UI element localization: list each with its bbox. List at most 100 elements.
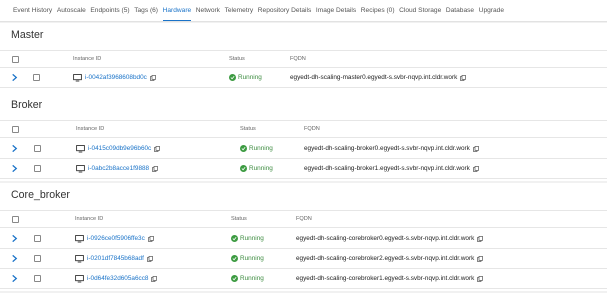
tab-bar: Event History Autoscale Endpoints (5) Ta…	[0, 0, 607, 22]
column-fqdn: FQDN	[304, 126, 320, 132]
monitor-icon	[75, 274, 84, 282]
group-core-broker: Core_broker Instance ID Status FQDN i-09…	[0, 183, 607, 291]
chevron-right-icon[interactable]	[10, 144, 19, 153]
instance-id-link[interactable]: i-0415c09db9e96b60c	[88, 145, 151, 152]
group-title: Broker	[11, 99, 43, 111]
instance-id-link[interactable]: i-0042af3968608bd0c	[85, 74, 147, 81]
group-broker: Broker Instance ID Status FQDN i-0415c09…	[0, 94, 607, 181]
copy-icon[interactable]	[151, 275, 158, 282]
tab-database[interactable]: Database	[446, 0, 474, 21]
fqdn-value: egyedt-dh-scaling-corebroker1.egyedt-s.s…	[296, 275, 475, 282]
monitor-icon	[75, 234, 84, 242]
table-header: Instance ID Status FQDN	[0, 50, 607, 68]
check-circle-icon	[231, 235, 238, 242]
fqdn-value: egyedt-dh-scaling-corebroker0.egyedt-s.s…	[296, 235, 475, 242]
status-text: Running	[249, 165, 273, 172]
tab-image-details[interactable]: Image Details	[316, 0, 356, 21]
status-text: Running	[240, 235, 264, 242]
tab-repository-details[interactable]: Repository Details	[258, 0, 312, 21]
tab-cloud-storage[interactable]: Cloud Storage	[399, 0, 441, 21]
copy-icon[interactable]	[147, 255, 153, 262]
tab-autoscale[interactable]: Autoscale	[57, 0, 86, 21]
tab-tags[interactable]: Tags (6)	[134, 0, 158, 21]
check-circle-icon	[229, 74, 236, 81]
table-row[interactable]: i-0042af3968608bd0c Running egyedt-dh-sc…	[0, 68, 607, 88]
copy-icon[interactable]	[149, 74, 156, 81]
status-badge: Running	[240, 145, 273, 152]
row-checkbox[interactable]	[33, 74, 40, 81]
instance-id-link[interactable]: i-0abc2b8acce1f9888	[88, 165, 149, 172]
tab-recipes[interactable]: Recipes (0)	[361, 0, 395, 21]
table-row[interactable]: i-0926ce0f5906ffe3c Running egyedt-dh-sc…	[0, 229, 607, 249]
instance-id-link[interactable]: i-0d64fe32d605a6cc8	[87, 275, 148, 282]
column-fqdn: FQDN	[296, 216, 312, 222]
copy-icon[interactable]	[152, 165, 158, 172]
copy-icon[interactable]	[477, 235, 484, 242]
table-header: Instance ID Status FQDN	[0, 120, 607, 138]
column-fqdn: FQDN	[290, 56, 306, 62]
column-instance-id: Instance ID	[76, 126, 105, 132]
status-badge: Running	[231, 255, 264, 262]
instance-id-link[interactable]: i-0201df7845b68adf	[87, 255, 144, 262]
status-badge: Running	[229, 74, 262, 81]
status-badge: Running	[231, 235, 264, 242]
fqdn-value: egyedt-dh-scaling-broker0.egyedt-s.svbr-…	[304, 145, 470, 152]
copy-icon[interactable]	[473, 165, 479, 172]
column-status: Status	[240, 126, 256, 132]
table-header: Instance ID Status FQDN	[0, 210, 607, 228]
column-status: Status	[231, 216, 247, 222]
copy-icon[interactable]	[473, 145, 479, 152]
row-checkbox[interactable]	[34, 235, 41, 242]
row-checkbox[interactable]	[34, 255, 41, 262]
row-checkbox[interactable]	[34, 275, 41, 282]
copy-icon[interactable]	[154, 145, 161, 152]
check-circle-icon	[231, 255, 238, 262]
group-master: Master Instance ID Status FQDN i-0042af3…	[0, 23, 607, 95]
instance-id-link[interactable]: i-0926ce0f5906ffe3c	[87, 235, 145, 242]
table-row[interactable]: i-0d64fe32d605a6cc8 Running egyedt-dh-sc…	[0, 269, 607, 289]
monitor-icon	[75, 254, 84, 262]
chevron-right-icon[interactable]	[10, 73, 19, 82]
tab-network[interactable]: Network	[196, 0, 220, 21]
tab-hardware[interactable]: Hardware	[162, 0, 191, 21]
check-circle-icon	[231, 275, 238, 282]
tab-upgrade[interactable]: Upgrade	[479, 0, 504, 21]
chevron-right-icon[interactable]	[10, 164, 19, 173]
column-status: Status	[229, 56, 245, 62]
fqdn-value: egyedt-dh-scaling-corebroker2.egyedt-s.s…	[296, 255, 475, 262]
status-text: Running	[240, 255, 264, 262]
table-row[interactable]: i-0abc2b8acce1f9888 Running egyedt-dh-sc…	[0, 159, 607, 179]
status-text: Running	[249, 145, 273, 152]
copy-icon[interactable]	[477, 275, 484, 282]
row-checkbox[interactable]	[34, 145, 41, 152]
select-all-checkbox[interactable]	[12, 55, 19, 63]
monitor-icon	[76, 144, 85, 152]
tab-endpoints[interactable]: Endpoints (5)	[90, 0, 129, 21]
table-row[interactable]: i-0415c09db9e96b60c Running egyedt-dh-sc…	[0, 139, 607, 159]
select-all-checkbox[interactable]	[12, 215, 19, 223]
column-instance-id: Instance ID	[73, 56, 102, 62]
check-circle-icon	[240, 165, 247, 172]
chevron-right-icon[interactable]	[10, 254, 19, 263]
copy-icon[interactable]	[460, 74, 467, 81]
status-text: Running	[240, 275, 264, 282]
chevron-right-icon[interactable]	[10, 274, 19, 283]
chevron-right-icon[interactable]	[10, 234, 19, 243]
fqdn-value: egyedt-dh-scaling-master0.egyedt-s.svbr-…	[290, 74, 458, 81]
select-all-checkbox[interactable]	[12, 125, 19, 133]
status-text: Running	[238, 74, 262, 81]
status-badge: Running	[240, 165, 273, 172]
group-title: Core_broker	[11, 189, 70, 201]
tab-event-history[interactable]: Event History	[13, 0, 52, 21]
status-badge: Running	[231, 275, 264, 282]
check-circle-icon	[240, 145, 247, 152]
fqdn-value: egyedt-dh-scaling-broker1.egyedt-s.svbr-…	[304, 165, 470, 172]
row-checkbox[interactable]	[34, 165, 41, 172]
group-title: Master	[11, 29, 44, 41]
column-instance-id: Instance ID	[75, 216, 104, 222]
table-row[interactable]: i-0201df7845b68adf Running egyedt-dh-sca…	[0, 249, 607, 269]
monitor-icon	[73, 73, 82, 81]
copy-icon[interactable]	[477, 255, 484, 262]
copy-icon[interactable]	[147, 235, 154, 242]
tab-telemetry[interactable]: Telemetry	[225, 0, 254, 21]
